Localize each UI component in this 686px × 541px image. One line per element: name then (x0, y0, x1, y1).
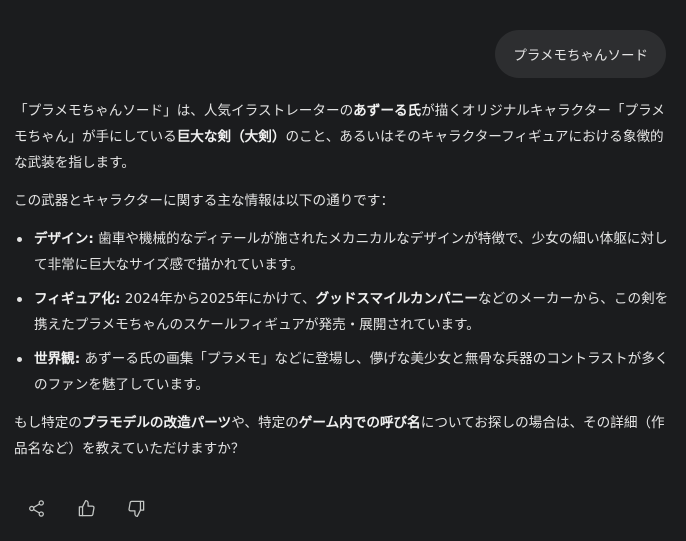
thumbs-down-icon (127, 500, 144, 517)
response-actions (22, 494, 150, 522)
closing-segment-bold: ゲーム内での呼び名 (298, 415, 421, 431)
bullet-text: あずーる氏の画集「プラメモ」などに登場し、儚げな美少女と無骨な兵器のコントラスト… (34, 351, 669, 393)
intro-segment: 「プラメモちゃんソード」は、人気イラストレーターの (14, 103, 354, 119)
intro-segment-bold: 巨大な剣（大剣） (176, 129, 286, 145)
response-closing: もし特定のプラモデルの改造パーツや、特定のゲーム内での呼び名についてお探しの場合… (14, 410, 669, 462)
closing-segment-bold: プラモデルの改造パーツ (81, 415, 232, 431)
response-lead: この武器とキャラクターに関する主な情報は以下の通りです： (14, 193, 395, 209)
bullet-design: デザイン: 歯車や機械的なディテールが施されたメカニカルなデザインが特徴で、少女… (14, 226, 669, 278)
share-icon (28, 499, 44, 517)
bullet-label: 世界観: (34, 351, 81, 367)
thumbs-down-button[interactable] (122, 494, 150, 522)
closing-segment: や、特定の (231, 415, 299, 431)
response-bullet-list: デザイン: 歯車や機械的なディテールが施されたメカニカルなデザインが特徴で、少女… (14, 226, 669, 398)
bullet-text-bold: グッドスマイルカンパニー (315, 291, 478, 307)
user-message-bubble: プラメモちゃんソード (495, 30, 666, 78)
bullet-label: デザイン: (34, 231, 94, 247)
thumbs-up-button[interactable] (72, 494, 100, 522)
response-intro: 「プラメモちゃんソード」は、人気イラストレーターのあずーる氏が描くオリジナルキャ… (14, 98, 669, 176)
closing-segment: もし特定の (14, 415, 82, 431)
intro-segment-bold: あずーる氏 (353, 103, 422, 119)
assistant-response: 「プラメモちゃんソード」は、人気イラストレーターのあずーる氏が描くオリジナルキャ… (14, 98, 669, 474)
bullet-worldview: 世界観: あずーる氏の画集「プラメモ」などに登場し、儚げな美少女と無骨な兵器のコ… (14, 346, 669, 398)
share-button[interactable] (22, 494, 50, 522)
bullet-label: フィギュア化: (34, 291, 121, 307)
user-message-text: プラメモちゃんソード (513, 48, 648, 64)
bullet-text: 2024年から2025年にかけて、 (120, 291, 316, 307)
bullet-figure: フィギュア化: 2024年から2025年にかけて、グッドスマイルカンパニーなどの… (14, 286, 669, 338)
bullet-text: 歯車や機械的なディテールが施されたメカニカルなデザインが特徴で、少女の細い体躯に… (34, 231, 668, 273)
thumbs-up-icon (78, 499, 95, 516)
